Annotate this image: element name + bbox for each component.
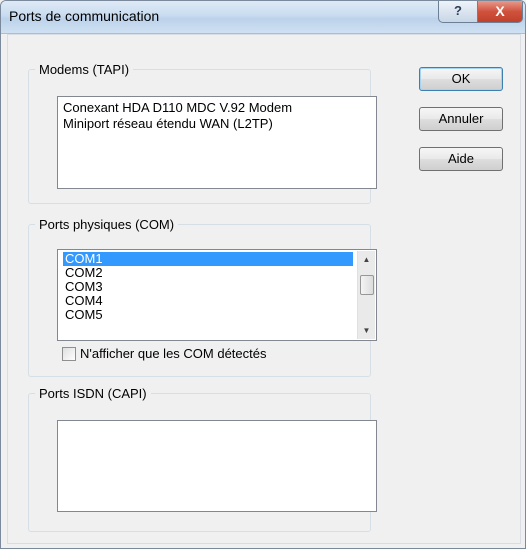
scroll-up-icon[interactable]: ▲	[358, 251, 375, 268]
help-button[interactable]: Aide	[419, 147, 503, 171]
com-ports-list[interactable]: COM1 COM2 COM3 COM4 COM5 ▲ ▼	[57, 249, 377, 341]
list-item[interactable]: Conexant HDA D110 MDC V.92 Modem	[63, 100, 371, 116]
modems-group-label: Modems (TAPI)	[39, 62, 130, 77]
scroll-thumb[interactable]	[360, 275, 374, 295]
vertical-scrollbar[interactable]: ▲ ▼	[357, 251, 375, 339]
list-item[interactable]: Miniport réseau étendu WAN (L2TP)	[63, 116, 371, 132]
title-bar[interactable]: Ports de communication ? X	[1, 1, 525, 34]
com-ports-group-label: Ports physiques (COM)	[39, 217, 175, 232]
isdn-ports-group-label: Ports ISDN (CAPI)	[39, 386, 147, 401]
isdn-ports-list[interactable]	[57, 420, 377, 512]
list-item-selected[interactable]: COM1	[63, 252, 353, 266]
window-title: Ports de communication	[9, 8, 160, 24]
detected-com-only-label[interactable]: N'afficher que les COM détectés	[80, 346, 267, 362]
cancel-button[interactable]: Annuler	[419, 107, 503, 131]
detected-com-only-checkbox[interactable]	[62, 347, 76, 361]
scroll-down-icon[interactable]: ▼	[358, 322, 375, 339]
modems-list[interactable]: Conexant HDA D110 MDC V.92 Modem Minipor…	[57, 96, 377, 189]
list-item[interactable]: COM2	[63, 266, 353, 280]
ok-button[interactable]: OK	[419, 67, 503, 91]
list-item[interactable]: COM4	[63, 294, 353, 308]
list-item[interactable]: COM3	[63, 280, 353, 294]
close-icon[interactable]: X	[477, 1, 523, 23]
help-icon[interactable]: ?	[438, 1, 478, 23]
list-item[interactable]: COM5	[63, 308, 353, 322]
